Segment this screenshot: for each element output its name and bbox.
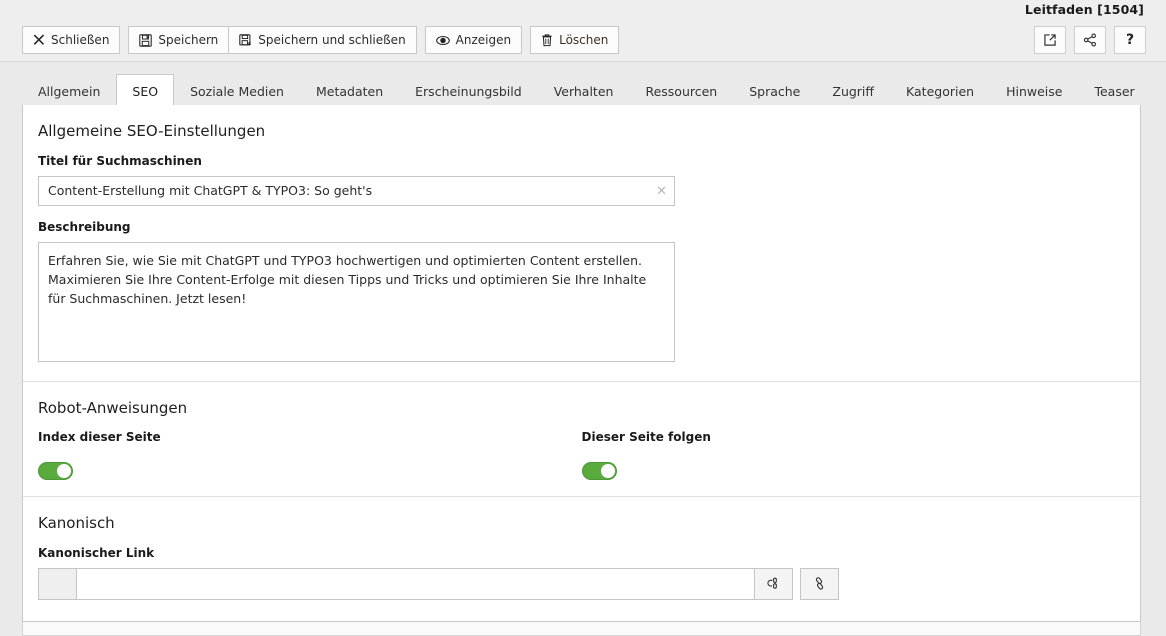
floppy-save-icon bbox=[139, 33, 153, 47]
tab-hinweise[interactable]: Hinweise bbox=[990, 74, 1078, 107]
seo-description-label: Beschreibung bbox=[38, 219, 131, 234]
tab-label: Soziale Medien bbox=[190, 84, 284, 99]
toggle-knob-icon bbox=[57, 464, 71, 478]
robots-follow-toggle[interactable] bbox=[581, 462, 617, 480]
canonical-link-prefix bbox=[38, 567, 76, 600]
tab-label: Sprache bbox=[749, 84, 801, 99]
seo-description-input-wrap: Erfahren Sie, wie Sie mit ChatGPT und TY… bbox=[38, 241, 1125, 365]
tab-label: Zugriff bbox=[832, 84, 875, 99]
robots-index-label: Index dieser Seite bbox=[38, 430, 161, 444]
save-button-group: Speichern Speichern und schließen bbox=[128, 26, 417, 54]
section-general-seo-title: Allgemeine SEO-Einstellungen bbox=[38, 122, 266, 140]
trash-delete-icon bbox=[541, 33, 553, 47]
tab-sprache[interactable]: Sprache bbox=[733, 74, 816, 107]
tab-verhalten[interactable]: Verhalten bbox=[538, 74, 630, 107]
eye-view-icon bbox=[435, 34, 450, 47]
seo-description-textarea[interactable]: Erfahren Sie, wie Sie mit ChatGPT und TY… bbox=[38, 241, 675, 362]
canonical-link-input[interactable] bbox=[76, 567, 755, 600]
save-button-label: Speichern bbox=[158, 33, 219, 47]
canonical-link-input-group bbox=[38, 567, 1125, 600]
doc-header: Leitfaden [1504] Schließen Speichern Spe… bbox=[0, 0, 1166, 62]
view-button[interactable]: Anzeigen bbox=[424, 26, 523, 54]
open-in-new-window-button[interactable] bbox=[1034, 26, 1066, 54]
robots-index-column: Index dieser Seite bbox=[38, 430, 582, 480]
view-button-label: Anzeigen bbox=[455, 33, 512, 47]
tab-label: Erscheinungsbild bbox=[415, 84, 522, 99]
robots-index-toggle[interactable] bbox=[38, 462, 73, 480]
close-button[interactable]: Schließen bbox=[22, 26, 121, 54]
delete-button[interactable]: Löschen bbox=[530, 26, 620, 54]
tab-erscheinungsbild[interactable]: Erscheinungsbild bbox=[399, 74, 538, 107]
section-canonical-title: Kanonisch bbox=[38, 514, 115, 532]
save-button[interactable]: Speichern bbox=[128, 26, 230, 54]
section-general-seo: Allgemeine SEO-Einstellungen Titel für S… bbox=[23, 105, 1140, 381]
seo-title-input-wrap: × bbox=[38, 175, 675, 206]
tab-seo[interactable]: SEO bbox=[116, 74, 175, 107]
seo-title-input[interactable] bbox=[38, 175, 675, 206]
tab-ressourcen[interactable]: Ressourcen bbox=[629, 74, 733, 107]
tab-label: Allgemein bbox=[38, 84, 101, 99]
view-button-group: Anzeigen bbox=[424, 26, 523, 54]
tab-label: SEO bbox=[132, 84, 159, 99]
tab-label: Verhalten bbox=[553, 84, 614, 99]
link-browser-button[interactable] bbox=[754, 567, 793, 600]
help-button[interactable]: ? bbox=[1114, 26, 1146, 54]
share-icon bbox=[1083, 33, 1097, 47]
robots-follow-label: Dieser Seite folgen bbox=[581, 430, 711, 444]
tab-list: Allgemein SEO Soziale Medien Metadaten E… bbox=[22, 72, 1141, 107]
section-robots: Robot-Anweisungen Index dieser Seite Die… bbox=[23, 380, 1140, 497]
tab-label: Ressourcen bbox=[645, 84, 718, 99]
delete-button-label: Löschen bbox=[559, 33, 609, 47]
doc-header-button-bar: Schließen Speichern Speichern und schlie… bbox=[22, 26, 620, 54]
tab-teaser[interactable]: Teaser bbox=[1078, 74, 1150, 107]
seo-title-label: Titel für Suchmaschinen bbox=[38, 153, 202, 168]
save-and-close-button[interactable]: Speichern und schließen bbox=[228, 26, 417, 54]
floppy-save-close-icon bbox=[239, 33, 252, 47]
question-mark-icon: ? bbox=[1125, 32, 1135, 48]
robots-follow-column: Dieser Seite folgen bbox=[581, 430, 1126, 480]
robots-columns: Index dieser Seite Dieser Seite folgen bbox=[38, 430, 1125, 480]
doc-header-secondary-buttons: ? bbox=[1026, 26, 1146, 54]
seo-form-panel: Allgemeine SEO-Einstellungen Titel für S… bbox=[22, 105, 1141, 622]
toggle-knob-icon bbox=[600, 464, 615, 478]
tab-label: Kategorien bbox=[906, 84, 975, 99]
open-in-new-icon bbox=[1043, 33, 1057, 47]
close-button-label: Schließen bbox=[51, 33, 110, 47]
close-x-icon bbox=[33, 34, 45, 46]
record-tab-bar: Allgemein SEO Soziale Medien Metadaten E… bbox=[22, 72, 1141, 107]
tab-zugriff[interactable]: Zugriff bbox=[816, 74, 890, 107]
section-canonical: Kanonisch Kanonischer Link bbox=[23, 496, 1140, 616]
tab-kategorien[interactable]: Kategorien bbox=[890, 74, 990, 107]
chain-link-icon bbox=[812, 576, 827, 591]
link-chain-button[interactable] bbox=[800, 567, 839, 600]
tab-allgemein[interactable]: Allgemein bbox=[22, 74, 116, 107]
save-and-close-button-label: Speichern und schließen bbox=[258, 33, 406, 47]
record-title: Leitfaden [1504] bbox=[1024, 2, 1144, 17]
tab-label: Teaser bbox=[1094, 84, 1135, 99]
tab-soziale-medien[interactable]: Soziale Medien bbox=[174, 74, 300, 107]
delete-button-group: Löschen bbox=[530, 26, 620, 54]
link-browse-icon bbox=[766, 576, 781, 591]
share-button[interactable] bbox=[1074, 26, 1106, 54]
section-robots-title: Robot-Anweisungen bbox=[38, 398, 188, 417]
tab-label: Hinweise bbox=[1006, 84, 1063, 99]
canonical-link-label: Kanonischer Link bbox=[38, 545, 155, 560]
close-button-group: Schließen bbox=[22, 26, 121, 54]
panel-bottom-strip bbox=[22, 622, 1141, 636]
clear-icon[interactable]: × bbox=[656, 184, 667, 197]
tab-metadaten[interactable]: Metadaten bbox=[300, 74, 399, 107]
tab-label: Metadaten bbox=[315, 84, 384, 99]
